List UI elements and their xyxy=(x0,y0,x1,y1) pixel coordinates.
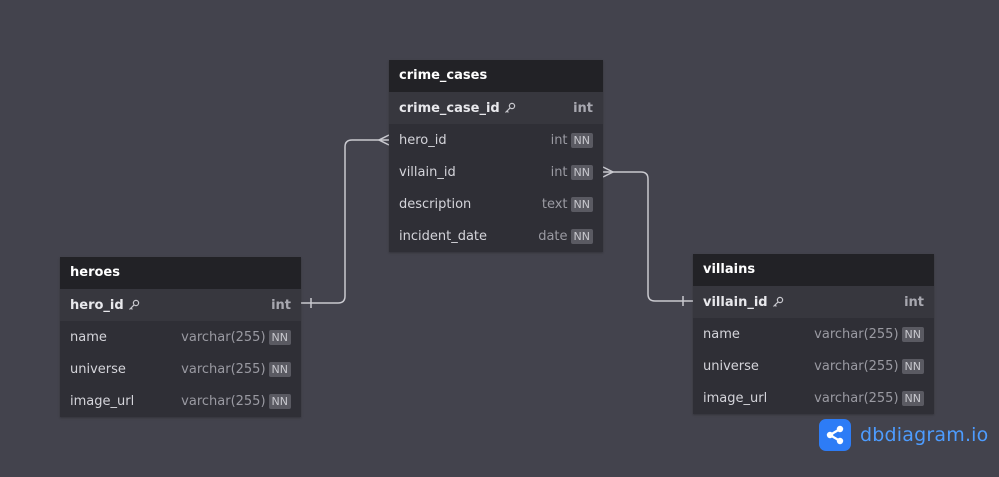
primary-key-icon xyxy=(772,296,784,308)
not-null-badge: NN xyxy=(570,196,593,212)
not-null-badge: NN xyxy=(901,326,924,342)
column-name: image_url xyxy=(703,391,814,406)
column-name: crime_case_id xyxy=(399,101,573,116)
column-row-image-url[interactable]: image_url varchar(255) NN xyxy=(693,382,934,414)
column-name-text: incident_date xyxy=(399,228,488,244)
share-icon xyxy=(819,419,851,451)
column-name-text: name xyxy=(70,329,107,345)
column-row-name[interactable]: name varchar(255) NN xyxy=(693,318,934,350)
column-name-text: description xyxy=(399,196,472,212)
column-type: date xyxy=(538,228,568,244)
column-name: name xyxy=(70,330,181,345)
column-type: int xyxy=(573,100,593,116)
not-null-badge: NN xyxy=(268,393,291,409)
column-row-hero-id[interactable]: hero_id int NN xyxy=(389,124,603,156)
column-name: name xyxy=(703,327,814,342)
column-name: hero_id xyxy=(399,133,551,148)
link-heroes-crime-cases[interactable] xyxy=(301,139,389,304)
column-row-crime-case-id[interactable]: crime_case_id int xyxy=(389,92,603,124)
table-title[interactable]: heroes xyxy=(60,257,301,289)
column-row-incident-date[interactable]: incident_date date NN xyxy=(389,220,603,252)
column-type: varchar(255) xyxy=(814,390,899,406)
link-villains-crime-cases[interactable] xyxy=(603,171,693,302)
column-name-text: hero_id xyxy=(399,132,447,148)
diagram-canvas[interactable]: crime_cases crime_case_id int hero_id int NN… xyxy=(0,0,999,477)
column-name-text: villain_id xyxy=(399,164,456,180)
table-crime-cases[interactable]: crime_cases crime_case_id int hero_id int NN… xyxy=(389,60,603,252)
column-name-text: hero_id xyxy=(70,297,124,313)
column-name-text: crime_case_id xyxy=(399,100,500,116)
column-type: int xyxy=(550,164,568,180)
table-title[interactable]: villains xyxy=(693,254,934,286)
column-type: varchar(255) xyxy=(181,393,266,409)
column-list: villain_id int name varchar(255) NN universe v… xyxy=(693,286,934,414)
column-name: description xyxy=(399,197,542,212)
primary-key-icon xyxy=(504,102,516,114)
not-null-badge: NN xyxy=(901,390,924,406)
brand-name-suffix: .io xyxy=(964,424,989,446)
primary-key-icon xyxy=(128,299,140,311)
column-name-text: universe xyxy=(703,358,759,374)
column-row-universe[interactable]: universe varchar(255) NN xyxy=(693,350,934,382)
not-null-badge: NN xyxy=(570,132,593,148)
table-villains[interactable]: villains villain_id int name varchar(255) NN… xyxy=(693,254,934,414)
column-name-text: name xyxy=(703,326,740,342)
column-row-villain-id[interactable]: villain_id int NN xyxy=(389,156,603,188)
column-type: varchar(255) xyxy=(181,329,266,345)
not-null-badge: NN xyxy=(268,361,291,377)
table-heroes[interactable]: heroes hero_id int name varchar(255) NN unive… xyxy=(60,257,301,417)
column-name: image_url xyxy=(70,394,181,409)
column-name: universe xyxy=(70,362,181,377)
column-name-text: villain_id xyxy=(703,294,768,310)
column-type: varchar(255) xyxy=(814,326,899,342)
column-name: incident_date xyxy=(399,229,538,244)
column-name-text: image_url xyxy=(70,393,135,409)
table-title[interactable]: crime_cases xyxy=(389,60,603,92)
column-name: hero_id xyxy=(70,298,271,313)
column-name: universe xyxy=(703,359,814,374)
not-null-badge: NN xyxy=(570,228,593,244)
column-name-text: universe xyxy=(70,361,126,377)
column-row-villain-id[interactable]: villain_id int xyxy=(693,286,934,318)
column-row-description[interactable]: description text NN xyxy=(389,188,603,220)
column-type: varchar(255) xyxy=(181,361,266,377)
column-row-universe[interactable]: universe varchar(255) NN xyxy=(60,353,301,385)
not-null-badge: NN xyxy=(570,164,593,180)
column-list: crime_case_id int hero_id int NN villain_id in… xyxy=(389,92,603,252)
column-name: villain_id xyxy=(703,295,904,310)
brand-name: dbdiagram.io xyxy=(860,424,988,446)
column-name: villain_id xyxy=(399,165,551,180)
brand-watermark[interactable]: dbdiagram.io xyxy=(819,418,988,452)
not-null-badge: NN xyxy=(901,358,924,374)
column-type: text xyxy=(541,196,568,212)
column-row-image-url[interactable]: image_url varchar(255) NN xyxy=(60,385,301,417)
not-null-badge: NN xyxy=(268,329,291,345)
column-name-text: image_url xyxy=(703,390,768,406)
column-type: varchar(255) xyxy=(814,358,899,374)
column-row-hero-id[interactable]: hero_id int xyxy=(60,289,301,321)
column-type: int xyxy=(904,294,924,310)
column-type: int xyxy=(550,132,568,148)
brand-name-main: dbdiagram xyxy=(860,424,965,446)
column-type: int xyxy=(271,297,291,313)
column-row-name[interactable]: name varchar(255) NN xyxy=(60,321,301,353)
column-list: hero_id int name varchar(255) NN universe varc… xyxy=(60,289,301,417)
